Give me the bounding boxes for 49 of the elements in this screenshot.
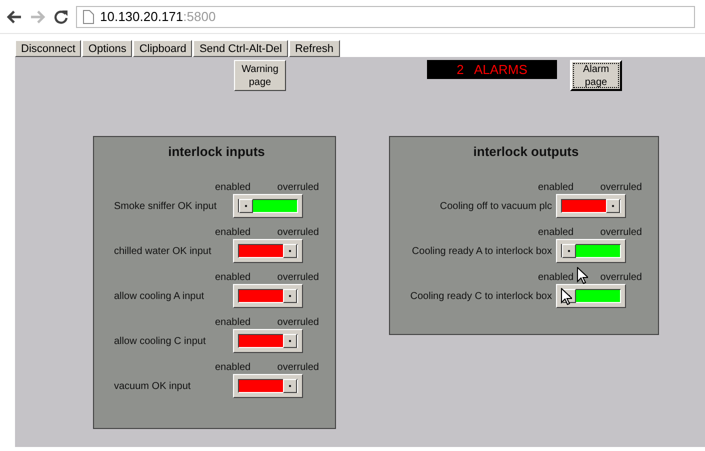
enabled-label: enabled [215, 226, 251, 239]
address-field[interactable]: 10.130.20.171:5800 [76, 6, 695, 28]
overruled-label: overruled [600, 181, 642, 194]
url-text: 10.130.20.171:5800 [100, 9, 216, 24]
signal-label: Cooling ready C to interlock box [409, 290, 552, 302]
overruled-label: overruled [277, 316, 319, 329]
back-icon[interactable] [6, 10, 22, 24]
overruled-label: overruled [600, 226, 642, 239]
signal-label: vacuum OK input [114, 380, 192, 392]
toggle-switch[interactable] [233, 374, 303, 398]
toggle-switch[interactable] [556, 239, 626, 263]
toggle-switch[interactable] [233, 239, 303, 263]
cursor-icon [561, 288, 572, 305]
signal-label: Cooling ready A to interlock box [410, 246, 552, 256]
toggle-switch[interactable] [233, 284, 303, 308]
toggle-switch[interactable] [233, 329, 303, 353]
toolbar-button[interactable]: Send Ctrl-Alt-Del [193, 40, 288, 57]
overruled-label: overruled [277, 181, 319, 194]
panel-title: interlock inputs [167, 143, 266, 161]
overruled-label: overruled [277, 226, 319, 239]
enabled-label: enabled [538, 271, 574, 284]
enabled-label: enabled [215, 361, 251, 374]
panel-title: interlock outputs [472, 143, 580, 161]
toolbar-button[interactable]: Options [82, 40, 132, 57]
signal-label: allow cooling A input [114, 290, 206, 302]
enabled-label: enabled [538, 181, 574, 194]
signal-label: allow cooling C input [114, 336, 207, 346]
enabled-label: enabled [215, 316, 251, 329]
toolbar-button[interactable]: Refresh [288, 40, 340, 57]
cursor-icon [577, 267, 588, 284]
toggle-switch[interactable] [556, 194, 626, 218]
warning-page-button[interactable]: Warning page [234, 60, 286, 91]
signal-label: Smoke sniffer OK input [114, 200, 218, 212]
enabled-label: enabled [538, 226, 574, 239]
overruled-label: overruled [277, 361, 319, 374]
reload-icon[interactable] [54, 10, 68, 24]
enabled-label: enabled [215, 271, 251, 284]
signal-label: Cooling off to vacuum plc [438, 200, 552, 212]
toolbar-button[interactable]: Disconnect [15, 40, 82, 57]
overruled-label: overruled [277, 271, 319, 284]
alarm-page-button[interactable]: Alarm page [570, 60, 622, 91]
signal-label: chilled water OK input [114, 246, 212, 256]
page-icon [83, 10, 94, 24]
toggle-switch[interactable] [556, 284, 626, 308]
toggle-switch[interactable] [233, 194, 303, 218]
enabled-label: enabled [215, 181, 251, 194]
toolbar-button[interactable]: Clipboard [133, 40, 192, 57]
overruled-label: overruled [600, 271, 642, 284]
alarm-display: 2 ALARMS [427, 60, 557, 79]
